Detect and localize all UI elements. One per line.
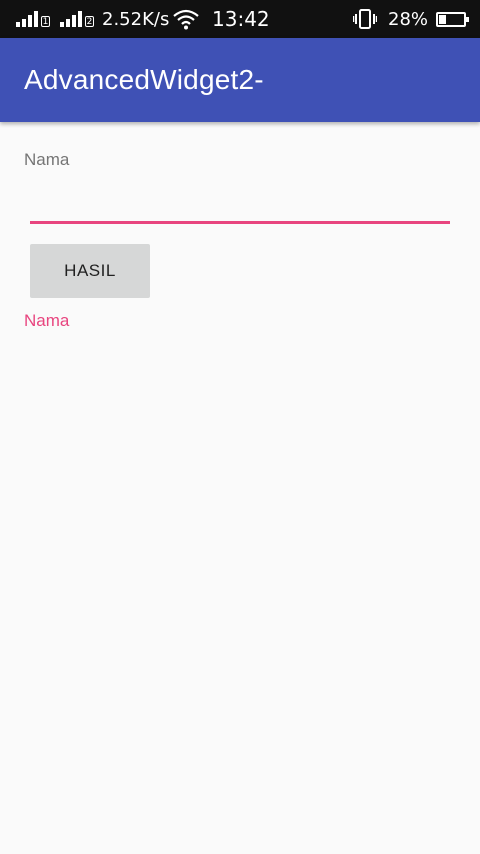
result-text: Nama	[24, 311, 70, 330]
wifi-icon	[173, 0, 199, 38]
app-title: AdvancedWidget2-	[24, 64, 264, 95]
name-field-label: Nama	[24, 150, 70, 169]
vibrate-icon	[353, 0, 377, 38]
name-input[interactable]	[30, 182, 450, 224]
status-bar: 1 2 2.52K/s 13:42 28%	[0, 0, 480, 38]
clock: 13:42	[212, 7, 270, 31]
signal-icon	[60, 11, 84, 27]
battery-icon	[436, 0, 469, 38]
signal-icon	[16, 11, 40, 27]
app-bar: AdvancedWidget2-	[0, 38, 480, 122]
sim1-badge: 1	[41, 15, 50, 27]
sim2-signal: 2	[60, 0, 94, 38]
sim2-badge: 2	[85, 15, 94, 27]
battery-percent: 28%	[388, 8, 429, 30]
hasil-button[interactable]: HASIL	[30, 244, 150, 298]
network-speed: 2.52K/s	[102, 8, 170, 30]
sim1-signal: 1	[16, 0, 50, 38]
